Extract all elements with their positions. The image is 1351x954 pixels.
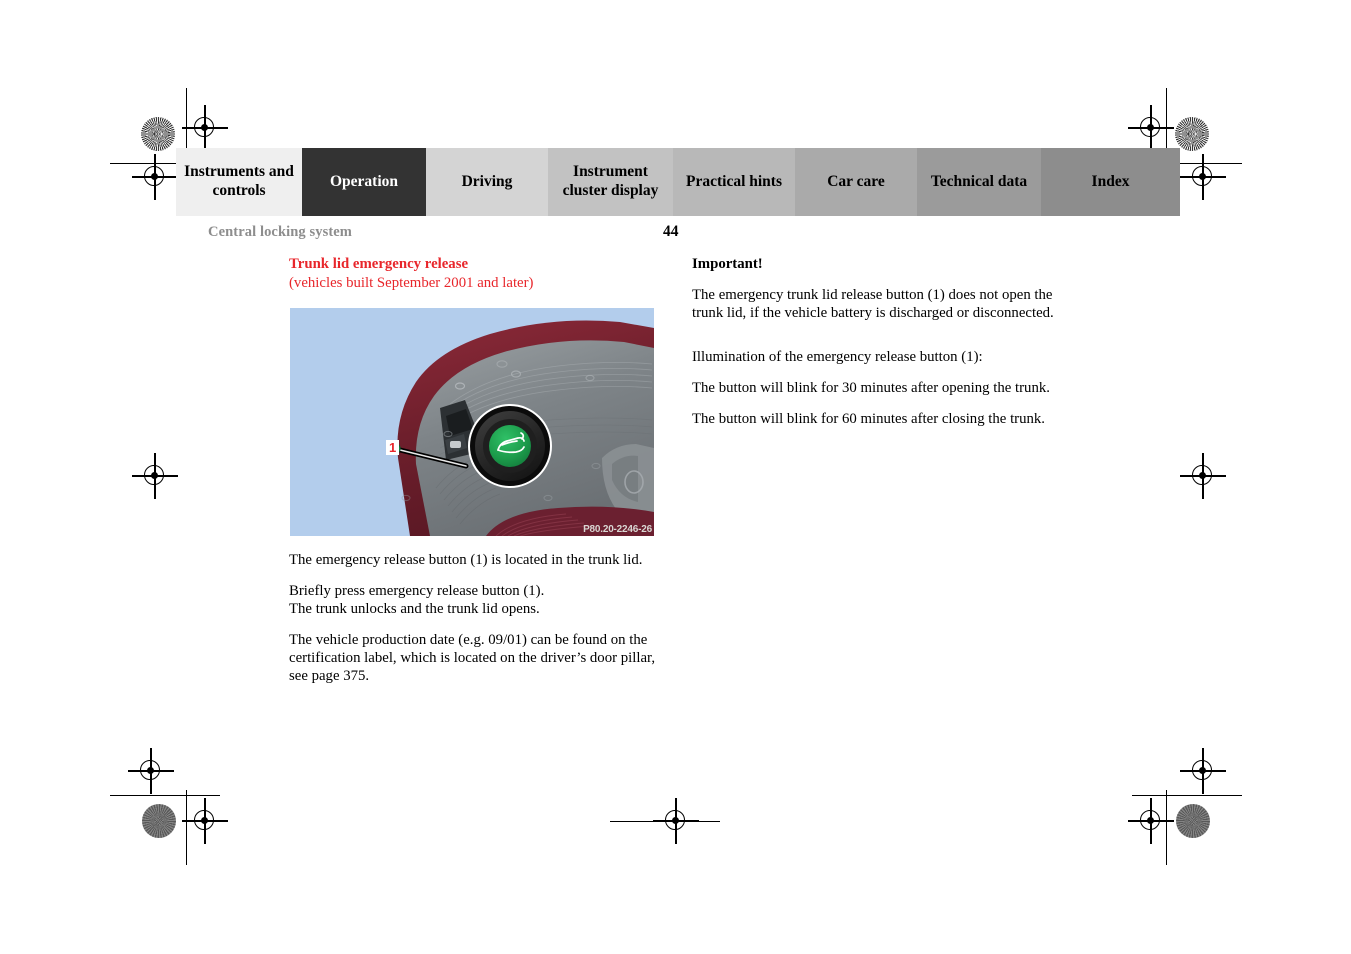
registration-mark-top-left-outer <box>132 154 178 200</box>
page-number: 44 <box>663 223 679 240</box>
figure-caption: P80.20-2246-26 <box>583 524 652 535</box>
paragraph-blink-30: The button will blink for 30 minutes aft… <box>692 380 1050 397</box>
registration-mark-bottom-left-inner <box>128 748 174 794</box>
section-heading: Trunk lid emergency release (vehicles bu… <box>289 255 655 292</box>
registration-mark-top-left-inner <box>182 105 228 151</box>
crop-rule-bottom-center <box>610 820 720 822</box>
tab-instrument-cluster-display[interactable]: Instrument cluster display <box>548 148 673 216</box>
registration-mark-top-right-inner <box>1128 105 1174 151</box>
running-head: Central locking system <box>208 224 352 240</box>
tab-operation[interactable]: Operation <box>302 148 426 216</box>
tab-practical-hints[interactable]: Practical hints <box>673 148 795 216</box>
registration-mark-top-right-outer <box>1180 154 1226 200</box>
important-heading: Important! <box>692 256 763 272</box>
starburst-mark-top-left <box>141 117 175 151</box>
registration-mark-middle-left <box>132 453 178 499</box>
tab-technical-data[interactable]: Technical data <box>917 148 1041 216</box>
crop-rule-bottom-left-vertical <box>186 790 188 865</box>
callout-label-1: 1 <box>386 440 400 455</box>
registration-mark-bottom-right-outer <box>1128 798 1174 844</box>
paragraph-button-location: The emergency release button (1) is loca… <box>289 552 643 568</box>
paragraph-production-date: The vehicle production date (e.g. 09/01)… <box>289 632 656 685</box>
tab-driving[interactable]: Driving <box>426 148 548 216</box>
paragraph-press-button: Briefly press emergency release button (… <box>289 583 545 618</box>
registration-mark-middle-right <box>1180 453 1226 499</box>
registration-mark-bottom-center <box>653 798 699 844</box>
starburst-mark-bottom-left <box>142 804 176 838</box>
starburst-mark-bottom-right <box>1176 804 1210 838</box>
left-column: Trunk lid emergency release (vehicles bu… <box>289 255 655 292</box>
registration-mark-bottom-left-outer <box>182 798 228 844</box>
printer-marks-layer <box>0 0 1351 954</box>
paragraph-blink-60: The button will blink for 60 minutes aft… <box>692 411 1046 428</box>
tab-car-care[interactable]: Car care <box>795 148 917 216</box>
tab-instruments-and-controls[interactable]: Instruments and controls <box>176 148 302 216</box>
left-column-body: The emergency release button (1) is loca… <box>289 551 659 698</box>
trunk-lid-illustration: P80.20-2246-26 1 <box>290 308 654 536</box>
right-column: Important! The emergency trunk lid relea… <box>692 255 1064 441</box>
section-heading-line-1: Trunk lid emergency release <box>289 256 469 272</box>
section-heading-line-2: (vehicles built September 2001 and later… <box>289 274 534 291</box>
trunk-lid-illustration-svg <box>290 308 654 536</box>
starburst-mark-top-right <box>1175 117 1209 151</box>
section-tab-strip[interactable]: Instruments and controls Operation Driving… <box>176 148 1180 216</box>
registration-mark-bottom-right-inner <box>1180 748 1226 794</box>
tab-index[interactable]: Index <box>1041 148 1180 216</box>
crop-rule-bottom-left-horizontal <box>110 795 220 797</box>
crop-rule-bottom-right-vertical <box>1166 790 1168 865</box>
paragraph-illumination-intro: Illumination of the emergency release bu… <box>692 349 983 366</box>
paragraph-battery-warning: The emergency trunk lid release button (… <box>692 287 1054 322</box>
crop-rule-bottom-right-horizontal <box>1132 795 1242 797</box>
